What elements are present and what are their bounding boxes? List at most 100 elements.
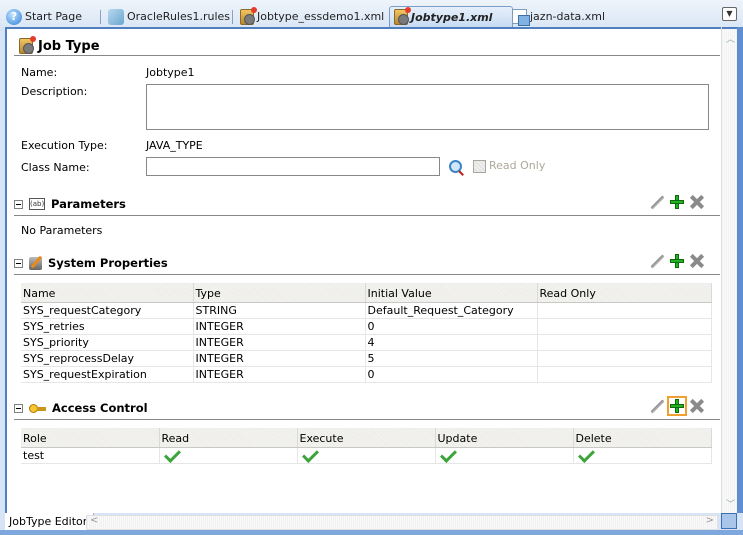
execution-type-label: Execution Type: xyxy=(21,139,108,152)
add-icon[interactable] xyxy=(667,396,687,416)
cell-type: INTEGER xyxy=(193,366,366,383)
delete-icon[interactable] xyxy=(690,399,704,413)
access-control-table: Role Read Execute Update Delete test xyxy=(21,428,712,464)
cell-read-only xyxy=(537,350,712,367)
cell-role: test xyxy=(21,447,160,464)
table-row[interactable]: SYS_requestCategory STRING Default_Reque… xyxy=(21,302,712,319)
system-properties-actions xyxy=(650,254,704,268)
table-row[interactable]: SYS_retries INTEGER 0 xyxy=(21,318,712,335)
cell-read-only xyxy=(537,302,712,319)
column-header-update[interactable]: Update xyxy=(435,428,574,448)
access-control-divider xyxy=(14,419,720,420)
description-textarea[interactable] xyxy=(146,84,709,130)
class-name-input[interactable] xyxy=(146,157,440,176)
scrollbar-thumb[interactable] xyxy=(722,27,738,29)
vertical-scrollbar[interactable]: ︿ ﹀ xyxy=(721,27,738,513)
access-control-section-header: Access Control xyxy=(14,401,148,415)
table-row[interactable]: SYS_requestExpiration INTEGER 0 xyxy=(21,366,712,383)
tab-list-dropdown-button[interactable]: ▼ xyxy=(722,7,737,21)
cell-type: INTEGER xyxy=(193,350,366,367)
tab-jobtype-editor[interactable]: JobType Editor xyxy=(5,513,95,530)
rules-icon xyxy=(108,8,124,25)
edit-icon[interactable] xyxy=(650,195,664,209)
parameters-actions xyxy=(650,195,704,209)
edit-icon[interactable] xyxy=(650,254,664,268)
column-header-read-only[interactable]: Read Only xyxy=(537,283,712,303)
cell-initial-value: Default_Request_Category xyxy=(365,302,538,319)
jobtype-icon xyxy=(394,7,411,25)
cell-initial-value: 0 xyxy=(365,366,538,383)
cell-type: STRING xyxy=(193,302,366,319)
cell-update[interactable] xyxy=(435,447,574,464)
system-properties-section-header: System Properties xyxy=(14,256,168,270)
parameters-section-header: (ab) Parameters xyxy=(14,197,126,211)
jobtype-icon xyxy=(19,36,36,54)
class-name-label: Class Name: xyxy=(21,161,90,174)
delete-icon[interactable] xyxy=(690,195,704,209)
add-icon[interactable] xyxy=(670,195,684,209)
window-bottom-edge xyxy=(0,530,743,535)
scroll-down-icon[interactable]: ﹀ xyxy=(726,497,735,510)
horizontal-scrollbar[interactable]: < > xyxy=(86,515,718,530)
page-title: Job Type xyxy=(19,36,100,54)
cell-initial-value: 4 xyxy=(365,334,538,351)
checkmark-icon xyxy=(163,447,181,463)
system-properties-icon xyxy=(29,256,42,270)
table-row[interactable]: SYS_reprocessDelay INTEGER 5 xyxy=(21,350,712,367)
column-header-initial-value[interactable]: Initial Value xyxy=(365,283,538,303)
cell-name: SYS_requestCategory xyxy=(21,302,194,319)
column-header-role[interactable]: Role xyxy=(21,428,160,448)
cell-execute[interactable] xyxy=(297,447,436,464)
collapse-icon[interactable] xyxy=(14,199,23,209)
system-properties-table: Name Type Initial Value Read Only SYS_re… xyxy=(21,283,712,383)
table-row[interactable]: SYS_priority INTEGER 4 xyxy=(21,334,712,351)
cell-read[interactable] xyxy=(159,447,298,464)
scroll-up-icon[interactable]: ︿ xyxy=(726,32,735,45)
help-icon: ? xyxy=(6,8,22,25)
tab-jazn-data[interactable]: jazn-data.xml xyxy=(512,7,605,26)
cell-initial-value: 0 xyxy=(365,318,538,335)
scroll-left-icon[interactable]: < xyxy=(90,515,98,526)
cell-name: SYS_requestExpiration xyxy=(21,366,194,383)
tab-jobtype1[interactable]: Jobtype1.xml xyxy=(389,6,514,27)
table-row[interactable]: test xyxy=(21,447,712,464)
name-label: Name: xyxy=(21,66,58,79)
column-header-type[interactable]: Type xyxy=(193,283,366,303)
add-icon[interactable] xyxy=(670,254,684,268)
parameter-icon: (ab) xyxy=(29,198,45,210)
collapse-icon[interactable] xyxy=(14,403,23,413)
jobtype-icon xyxy=(240,6,257,25)
cell-read-only xyxy=(537,334,712,351)
collapse-icon[interactable] xyxy=(14,258,23,268)
cell-initial-value: 5 xyxy=(365,350,538,367)
name-value: Jobtype1 xyxy=(146,66,195,79)
description-label: Description: xyxy=(21,85,88,98)
cell-read-only xyxy=(537,318,712,335)
column-header-delete[interactable]: Delete xyxy=(573,428,712,448)
access-control-actions xyxy=(650,396,704,416)
cell-read-only xyxy=(537,366,712,383)
tab-start-page[interactable]: ? Start Page xyxy=(6,7,82,26)
edit-icon[interactable] xyxy=(650,399,664,413)
tab-oraclerules1[interactable]: OracleRules1.rules xyxy=(100,7,230,26)
tab-separator xyxy=(232,9,233,24)
cell-type: INTEGER xyxy=(193,318,366,335)
cell-delete[interactable] xyxy=(573,447,712,464)
column-header-read[interactable]: Read xyxy=(159,428,298,448)
checkmark-icon xyxy=(301,447,319,463)
tab-jobtype-essdemo1[interactable]: Jobtype_essdemo1.xml xyxy=(232,6,384,26)
column-header-name[interactable]: Name xyxy=(21,283,194,303)
read-only-checkbox[interactable] xyxy=(473,160,486,173)
search-icon[interactable] xyxy=(449,160,462,173)
checkmark-icon xyxy=(439,447,457,463)
tab-separator xyxy=(100,9,101,24)
scrollbar-corner xyxy=(721,513,737,529)
cell-name: SYS_retries xyxy=(21,318,194,335)
no-parameters-text: No Parameters xyxy=(21,224,103,237)
xml-file-icon xyxy=(512,9,530,26)
scroll-right-icon[interactable]: > xyxy=(706,515,714,526)
delete-icon[interactable] xyxy=(690,254,704,268)
column-header-execute[interactable]: Execute xyxy=(297,428,436,448)
system-properties-divider xyxy=(14,274,720,275)
title-divider xyxy=(14,55,720,56)
